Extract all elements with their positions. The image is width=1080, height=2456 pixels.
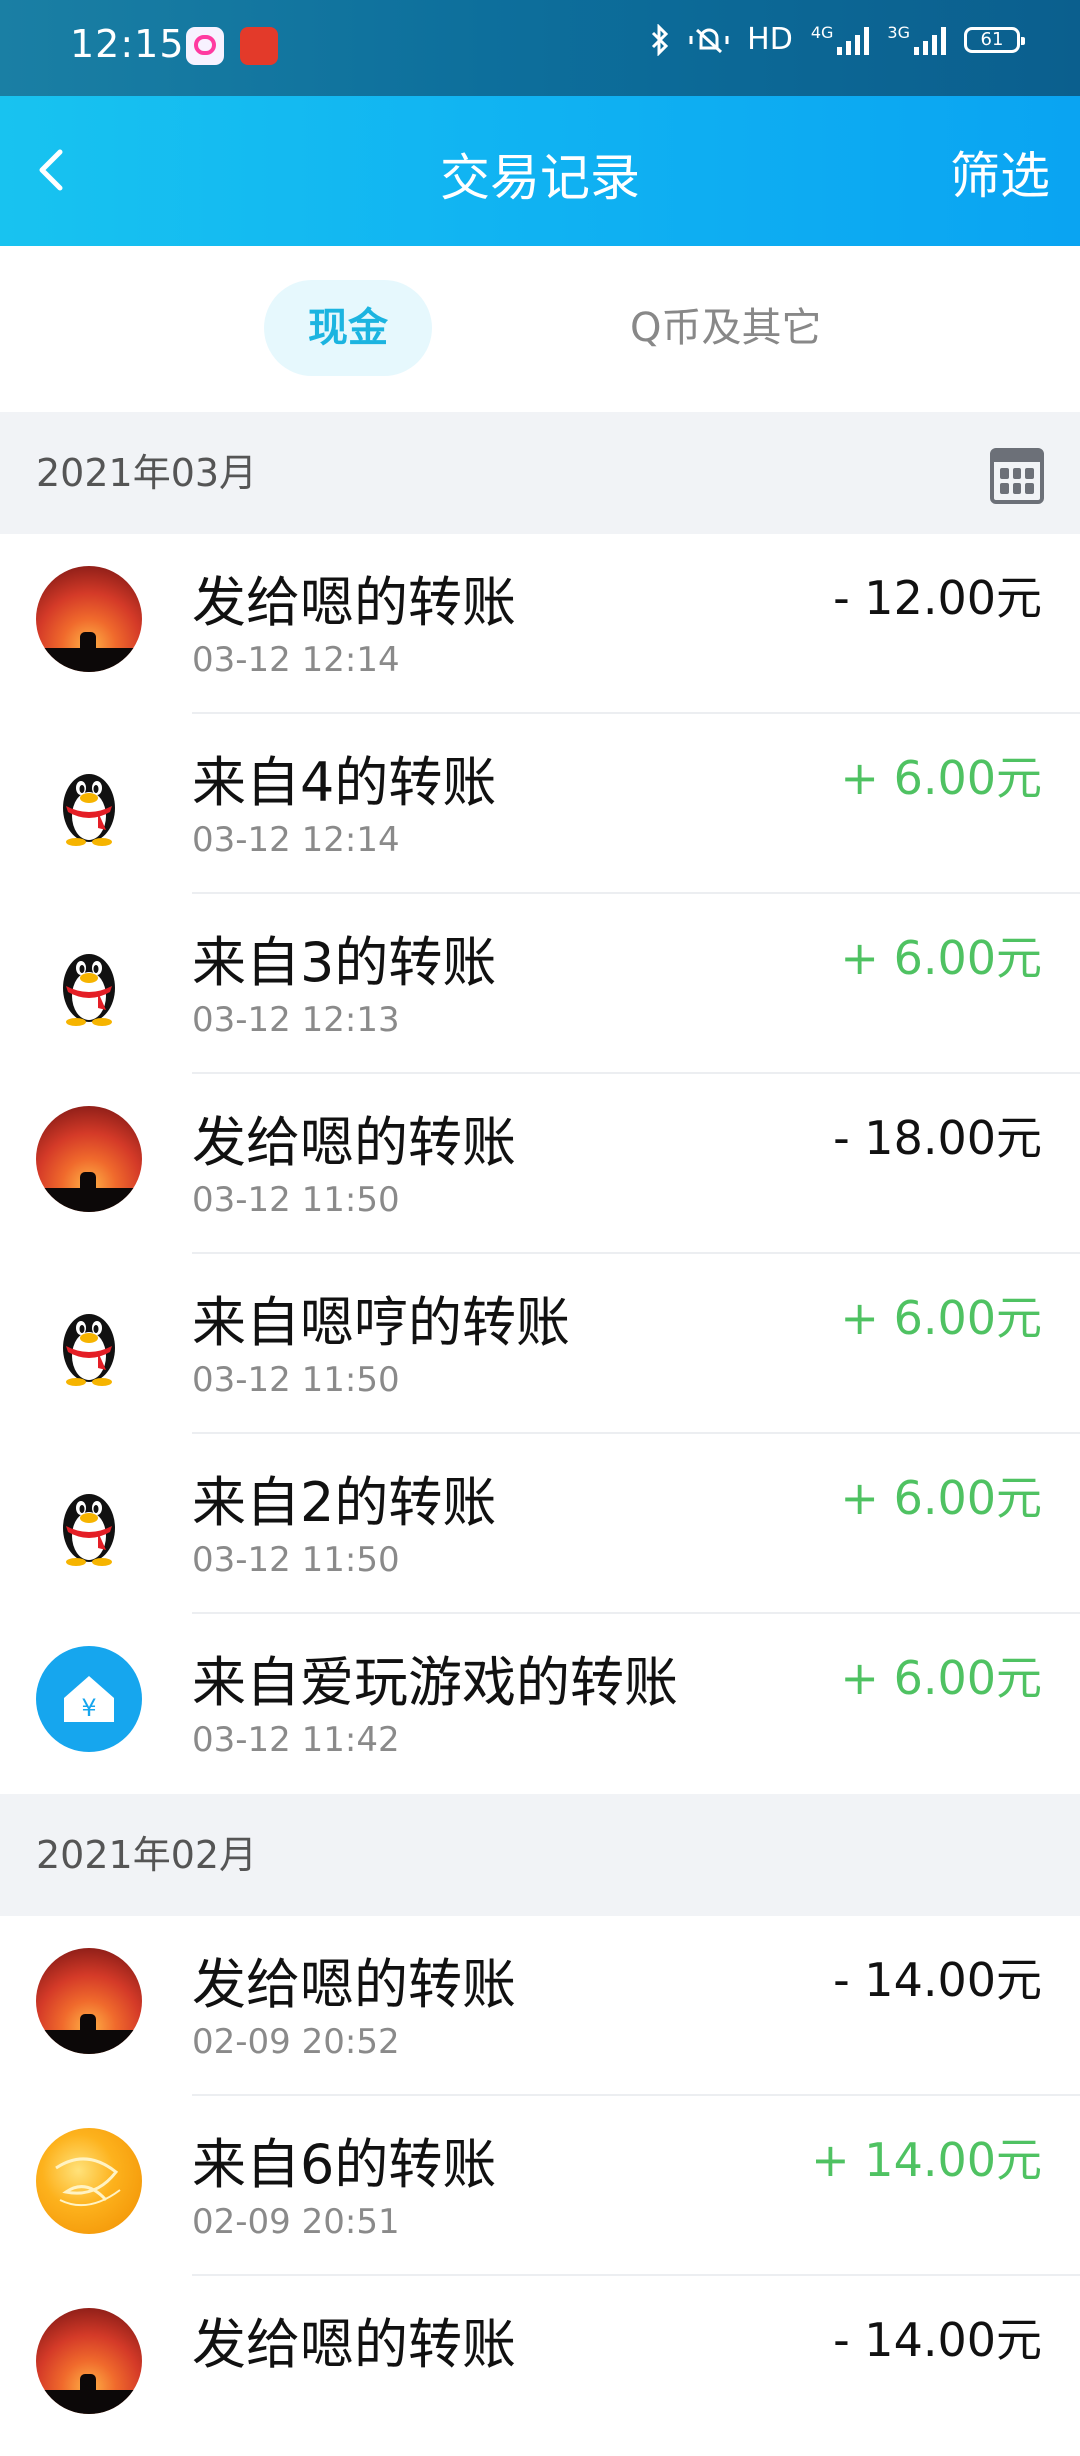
- transaction-time: 03-12 11:50: [192, 1360, 400, 1400]
- transaction-time: 02-09 20:52: [192, 2022, 400, 2062]
- transaction-time: 02-09 20:51: [192, 2202, 400, 2242]
- qq-penguin-avatar: [36, 1286, 142, 1392]
- transaction-title: 来自爱玩游戏的转账: [192, 1651, 678, 1714]
- page-title: 交易记录: [440, 149, 640, 207]
- filter-button[interactable]: 筛选: [950, 136, 1050, 208]
- tab-qcoin-other[interactable]: Q币及其它: [630, 280, 821, 376]
- transaction-row[interactable]: 来自嗯哼的转账 03-12 11:50 + 6.00元: [0, 1254, 1080, 1434]
- transaction-amount: - 12.00元: [833, 571, 1042, 625]
- transaction-time: 03-12 12:13: [192, 1000, 400, 1040]
- month-section-header: 2021年03月: [0, 412, 1080, 534]
- transaction-amount: + 14.00元: [811, 2133, 1042, 2187]
- bank-app-icon: [240, 27, 278, 65]
- status-time: 12:15: [70, 22, 185, 66]
- sunset-cat-avatar: [36, 1106, 142, 1212]
- transaction-amount: - 18.00元: [833, 1111, 1042, 1165]
- transaction-time: 03-12 11:50: [192, 1180, 400, 1220]
- transaction-time: 03-12 12:14: [192, 820, 400, 860]
- transaction-title: 来自4的转账: [192, 751, 497, 814]
- qq-penguin-avatar: [36, 746, 142, 852]
- status-indicators: HD 4G 3G 61: [649, 22, 1025, 57]
- battery-icon: 61: [964, 26, 1025, 53]
- qq-penguin-avatar: [36, 1466, 142, 1572]
- month-label: 2021年02月: [36, 1833, 258, 1877]
- signal-bars-icon: [914, 25, 946, 55]
- transaction-title: 发给嗯的转账: [192, 1953, 516, 2016]
- transaction-time: 03-12 11:50: [192, 1540, 400, 1580]
- transaction-amount: + 6.00元: [840, 1471, 1042, 1525]
- transaction-amount: + 6.00元: [840, 751, 1042, 805]
- calendar-icon[interactable]: [990, 448, 1044, 504]
- transaction-title: 来自2的转账: [192, 1471, 497, 1534]
- signal-3g: 3G: [887, 24, 946, 55]
- transaction-amount: - 14.00元: [833, 2313, 1042, 2367]
- sunset-cat-avatar: [36, 1948, 142, 2054]
- transaction-row[interactable]: ¥ 来自爱玩游戏的转账 03-12 11:42 + 6.00元: [0, 1614, 1080, 1794]
- transaction-amount: - 14.00元: [833, 1953, 1042, 2007]
- transaction-row[interactable]: 发给嗯的转账 - 14.00元: [0, 2276, 1080, 2456]
- signal-4g: 4G: [811, 24, 870, 55]
- hd-indicator: HD: [747, 22, 793, 57]
- transaction-title: 发给嗯的转账: [192, 1111, 516, 1174]
- svg-text:¥: ¥: [81, 1694, 96, 1722]
- status-bar: 12:15 HD 4G 3G 61: [0, 0, 1080, 96]
- transaction-title: 来自3的转账: [192, 931, 497, 994]
- yuan-house-avatar: ¥: [36, 1646, 142, 1752]
- transaction-row[interactable]: 来自3的转账 03-12 12:13 + 6.00元: [0, 894, 1080, 1074]
- transaction-amount: + 6.00元: [840, 1651, 1042, 1705]
- transaction-title: 发给嗯的转账: [192, 571, 516, 634]
- transaction-row[interactable]: 来自4的转账 03-12 12:14 + 6.00元: [0, 714, 1080, 894]
- sunset-cat-avatar: [36, 2308, 142, 2414]
- bluetooth-icon: [652, 23, 669, 56]
- orange-avatar: [36, 2128, 142, 2234]
- tab-bar: 现金 Q币及其它: [0, 246, 1080, 412]
- transaction-row[interactable]: 发给嗯的转账 03-12 12:14 - 12.00元: [0, 534, 1080, 714]
- transaction-amount: + 6.00元: [840, 931, 1042, 985]
- transaction-row[interactable]: 发给嗯的转账 02-09 20:52 - 14.00元: [0, 1916, 1080, 2096]
- transaction-row[interactable]: 来自6的转账 02-09 20:51 + 14.00元: [0, 2096, 1080, 2276]
- sunset-cat-avatar: [36, 566, 142, 672]
- transaction-amount: + 6.00元: [840, 1291, 1042, 1345]
- transaction-title: 来自嗯哼的转账: [192, 1291, 570, 1354]
- tab-cash[interactable]: 现金: [264, 280, 432, 376]
- transaction-row[interactable]: 来自2的转账 03-12 11:50 + 6.00元: [0, 1434, 1080, 1614]
- transaction-time: 03-12 11:42: [192, 1720, 400, 1760]
- month-section-header: 2021年02月: [0, 1794, 1080, 1916]
- qq-penguin-avatar: [36, 926, 142, 1032]
- transaction-row[interactable]: 发给嗯的转账 03-12 11:50 - 18.00元: [0, 1074, 1080, 1254]
- transaction-time: 03-12 12:14: [192, 640, 400, 680]
- messenger-app-icon: [186, 27, 224, 65]
- app-header: 交易记录 筛选: [0, 96, 1080, 246]
- signal-bars-icon: [837, 25, 870, 55]
- month-label: 2021年03月: [36, 451, 258, 495]
- mute-bell-icon: [689, 28, 729, 53]
- transaction-title: 来自6的转账: [192, 2133, 497, 2196]
